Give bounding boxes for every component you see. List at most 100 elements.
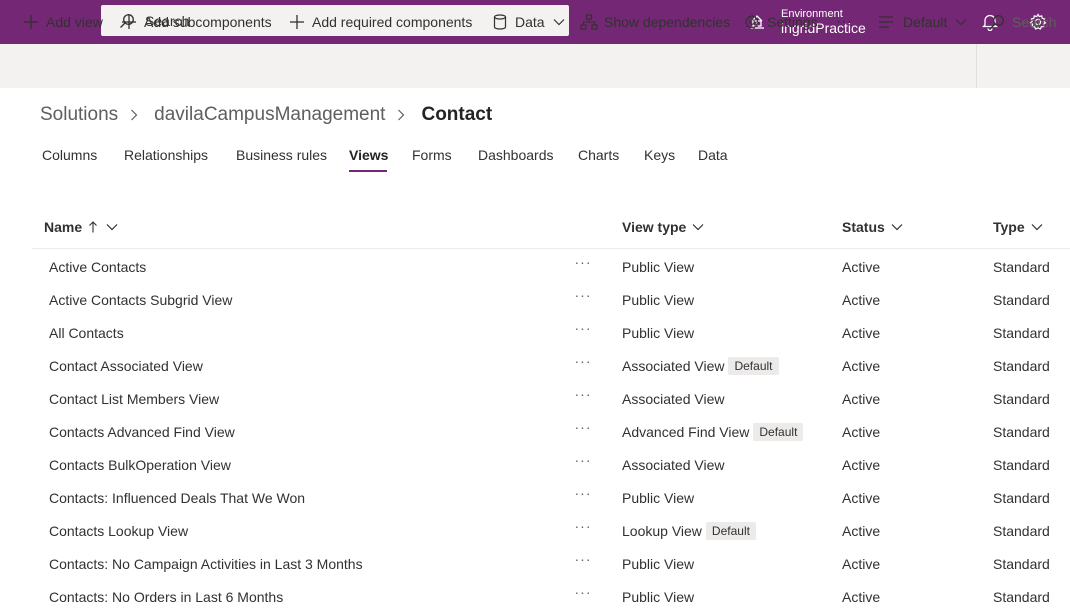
plus-icon xyxy=(288,13,306,31)
table-row[interactable]: Contact Associated View ··· Associated Vie… xyxy=(32,349,1070,382)
view-type-text: Public View xyxy=(622,489,695,506)
row-more-actions-button[interactable]: ··· xyxy=(574,349,592,373)
table-row[interactable]: Contacts: No Campaign Activities in Last… xyxy=(32,547,1070,580)
view-type-cell: Associated View xyxy=(622,448,724,481)
command-bar xyxy=(0,44,1070,88)
show-dependencies-button[interactable]: Show dependencies xyxy=(580,0,730,44)
tab-dashboards[interactable]: Dashboards xyxy=(478,147,554,163)
default-badge: Default xyxy=(728,356,779,375)
view-name-link[interactable]: Active Contacts Subgrid View xyxy=(49,283,232,316)
column-header-view-type-label: View type xyxy=(622,219,687,235)
chevron-right-icon xyxy=(130,109,142,121)
view-type-cell: Lookup View Default xyxy=(622,514,756,547)
view-type-cell: Associated View xyxy=(622,382,724,415)
add-required-components-label: Add required components xyxy=(312,14,473,30)
tab-forms[interactable]: Forms xyxy=(412,147,452,163)
table-header-divider xyxy=(32,248,1070,249)
view-type-text: Associated View xyxy=(622,357,725,374)
type-cell: Standard xyxy=(993,291,1050,308)
type-cell: Standard xyxy=(993,258,1050,275)
add-view-button[interactable]: Add view xyxy=(22,0,103,44)
status-cell: Active xyxy=(842,324,881,341)
data-menu-button[interactable]: Data xyxy=(491,0,565,44)
view-name-link[interactable]: All Contacts xyxy=(49,316,124,349)
list-lines-icon xyxy=(877,13,895,31)
chevron-down-icon xyxy=(106,221,118,233)
more-commands-label: ··· xyxy=(836,13,852,30)
view-name-link[interactable]: Contacts Lookup View xyxy=(49,514,188,547)
view-type-text: Public View xyxy=(622,555,695,572)
row-more-actions-button[interactable]: ··· xyxy=(574,580,592,604)
view-type-cell: Public View xyxy=(622,580,694,609)
view-name-link[interactable]: Contacts BulkOperation View xyxy=(49,448,231,481)
status-cell: Active xyxy=(842,357,881,374)
more-commands-button[interactable]: ··· xyxy=(836,0,852,44)
table-row[interactable]: Active Contacts Subgrid View ··· Public Vi… xyxy=(32,283,1070,316)
view-name-link[interactable]: Contacts Advanced Find View xyxy=(49,415,235,448)
tab-relationships[interactable]: Relationships xyxy=(124,147,208,163)
row-more-actions-button[interactable]: ··· xyxy=(574,481,592,505)
breadcrumb: Solutions davilaCampusManagement Contact xyxy=(40,102,492,128)
type-cell: Standard xyxy=(993,456,1050,473)
sort-ascending-icon xyxy=(88,221,100,233)
view-type-cell: Public View xyxy=(622,283,694,316)
type-cell: Standard xyxy=(993,324,1050,341)
view-name-link[interactable]: Contacts: No Campaign Activities in Last… xyxy=(49,547,363,580)
column-header-view-type[interactable]: View type xyxy=(622,217,704,237)
tab-charts[interactable]: Charts xyxy=(578,147,619,163)
chevron-right-icon xyxy=(397,109,409,121)
chevron-down-icon xyxy=(955,16,967,28)
breadcrumb-solutions[interactable]: Solutions xyxy=(40,104,118,126)
table-search-button[interactable]: Search xyxy=(988,0,1056,44)
row-more-actions-button[interactable]: ··· xyxy=(574,514,592,538)
table-row[interactable]: Contact List Members View ··· Associated V… xyxy=(32,382,1070,415)
row-more-actions-button[interactable]: ··· xyxy=(574,316,592,340)
view-name-link[interactable]: Contact List Members View xyxy=(49,382,219,415)
view-type-cell: Public View xyxy=(622,316,694,349)
row-more-actions-button[interactable]: ··· xyxy=(574,547,592,571)
view-name-link[interactable]: Contacts: No Orders in Last 6 Months xyxy=(49,580,283,609)
table-row[interactable]: Contacts Advanced Find View ··· Advanced F… xyxy=(32,415,1070,448)
column-header-type-label: Type xyxy=(993,219,1025,235)
table-row[interactable]: Active Contacts ··· Public View Active Stand… xyxy=(32,250,1070,283)
row-more-actions-button[interactable]: ··· xyxy=(574,415,592,439)
chevron-down-icon xyxy=(553,16,565,28)
view-type-text: Public View xyxy=(622,258,695,275)
column-header-name[interactable]: Name xyxy=(44,217,118,237)
status-cell: Active xyxy=(842,291,881,308)
chevron-down-icon xyxy=(1031,221,1043,233)
column-header-status[interactable]: Status xyxy=(842,217,903,237)
status-cell: Active xyxy=(842,390,881,407)
settings-button[interactable]: Settings xyxy=(743,0,818,44)
row-more-actions-button[interactable]: ··· xyxy=(574,448,592,472)
tab-data[interactable]: Data xyxy=(698,147,728,163)
add-subcomponents-button[interactable]: Add subcomponents xyxy=(120,0,272,44)
row-more-actions-button[interactable]: ··· xyxy=(574,382,592,406)
tab-views[interactable]: Views xyxy=(349,147,388,163)
row-more-actions-button[interactable]: ··· xyxy=(574,250,592,274)
type-cell: Standard xyxy=(993,489,1050,506)
tab-business-rules[interactable]: Business rules xyxy=(236,147,327,163)
type-cell: Standard xyxy=(993,390,1050,407)
type-cell: Standard xyxy=(993,357,1050,374)
table-row[interactable]: All Contacts ··· Public View Active Standard xyxy=(32,316,1070,349)
row-more-actions-button[interactable]: ··· xyxy=(574,283,592,307)
breadcrumb-solution[interactable]: davilaCampusManagement xyxy=(154,104,385,126)
view-selector-dropdown[interactable]: Default xyxy=(877,0,967,44)
view-name-link[interactable]: Contacts: Influenced Deals That We Won xyxy=(49,481,305,514)
view-type-text: Public View xyxy=(622,291,695,308)
table-row[interactable]: Contacts BulkOperation View ··· Associated… xyxy=(32,448,1070,481)
table-row[interactable]: Contacts: No Orders in Last 6 Months ··· P… xyxy=(32,580,1070,609)
table-row[interactable]: Contacts Lookup View ··· Lookup View Defaul… xyxy=(32,514,1070,547)
chevron-down-icon xyxy=(692,221,704,233)
tab-columns[interactable]: Columns xyxy=(42,147,97,163)
add-required-components-button[interactable]: Add required components xyxy=(288,0,472,44)
view-type-text: Associated View xyxy=(622,390,725,407)
column-header-type[interactable]: Type xyxy=(993,217,1043,237)
view-type-text: Lookup View xyxy=(622,522,702,539)
table-row[interactable]: Contacts: Influenced Deals That We Won ··… xyxy=(32,481,1070,514)
database-icon xyxy=(491,13,509,31)
view-name-link[interactable]: Contact Associated View xyxy=(49,349,203,382)
view-name-link[interactable]: Active Contacts xyxy=(49,250,146,283)
tab-keys[interactable]: Keys xyxy=(644,147,675,163)
